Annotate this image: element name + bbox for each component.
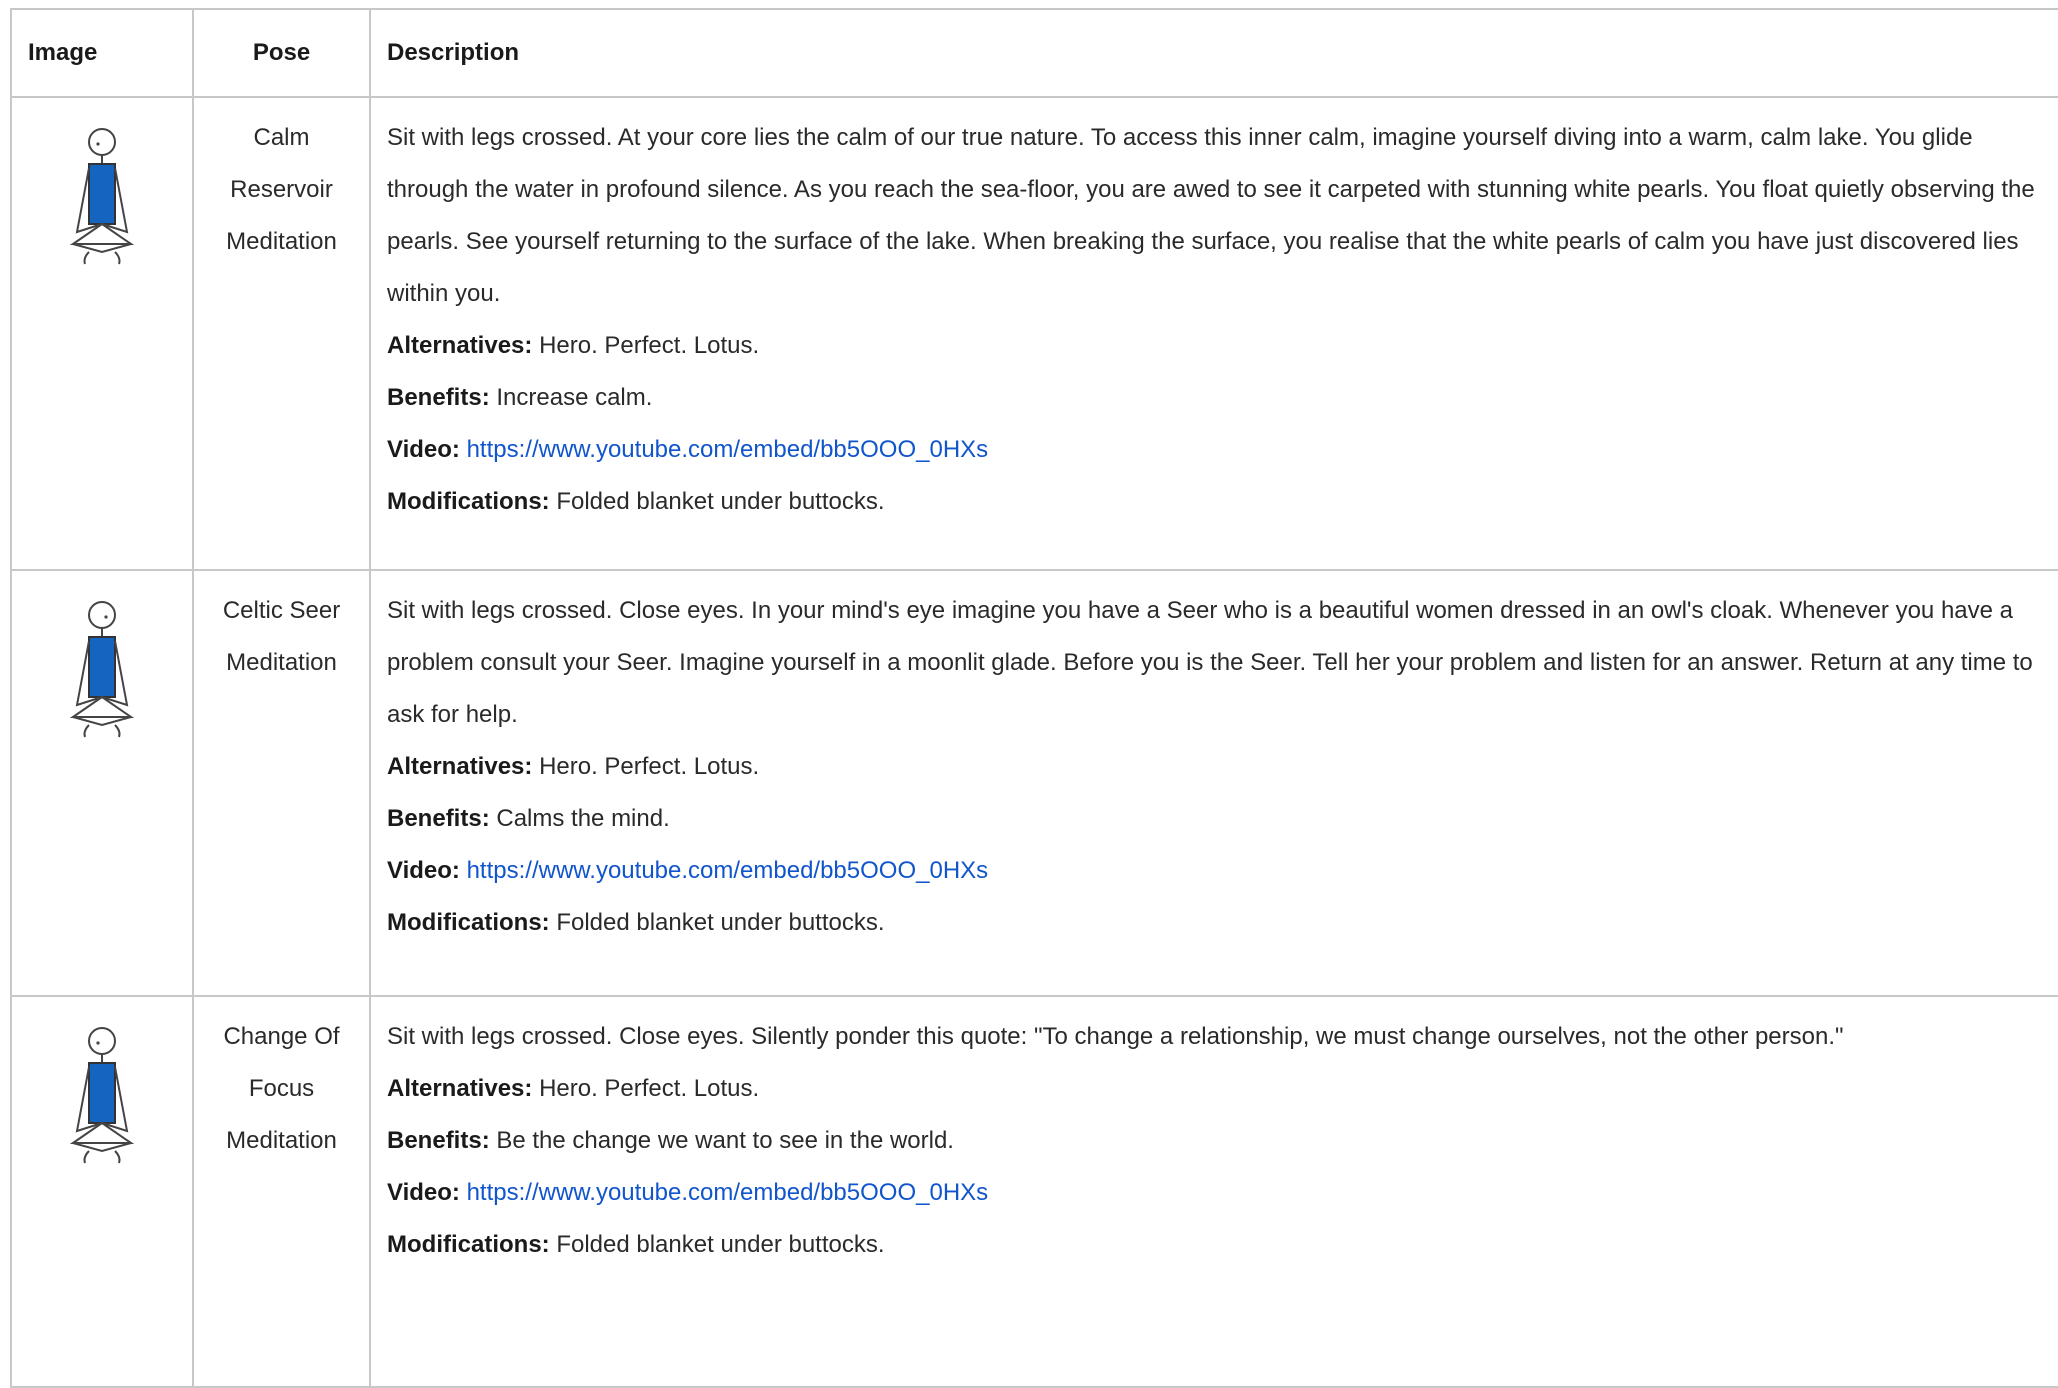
video-link[interactable]: https://www.youtube.com/embed/bb5OOO_0HX… [467, 857, 989, 884]
header-row: Image Pose Description [10, 8, 2058, 98]
modifications-value: Folded blanket under buttocks. [556, 909, 885, 936]
seated-meditation-figure-icon [69, 599, 135, 764]
alternatives-line: Alternatives: Hero. Perfect. Lotus. [387, 1063, 2052, 1115]
table-row: Calm Reservoir Meditation Sit with legs … [10, 96, 2058, 571]
modifications-label: Modifications: [387, 909, 550, 936]
pose-description: Sit with legs crossed. Close eyes. Silen… [387, 1023, 1844, 1050]
pose-name: Celtic Seer Meditation [192, 569, 371, 997]
pose-description: Sit with legs crossed. At your core lies… [387, 124, 2035, 307]
alternatives-label: Alternatives: [387, 332, 533, 359]
pose-image-cell [10, 995, 194, 1388]
pose-image-cell [10, 569, 194, 997]
modifications-line: Modifications: Folded blanket under butt… [387, 476, 2052, 528]
pose-image-cell [10, 96, 194, 571]
pose-description-cell: Sit with legs crossed. At your core lies… [369, 96, 2058, 571]
modifications-label: Modifications: [387, 1231, 550, 1258]
pose-description-cell: Sit with legs crossed. Close eyes. Silen… [369, 995, 2058, 1388]
modifications-value: Folded blanket under buttocks. [556, 488, 885, 515]
header-description: Description [369, 8, 2058, 98]
table-header: Image Pose Description [10, 8, 2058, 98]
video-label: Video: [387, 1179, 460, 1206]
seated-meditation-figure-icon [69, 1025, 135, 1190]
benefits-label: Benefits: [387, 384, 490, 411]
modifications-label: Modifications: [387, 488, 550, 515]
benefits-value: Be the change we want to see in the worl… [496, 1127, 954, 1154]
video-label: Video: [387, 436, 460, 463]
pose-name: Change Of Focus Meditation [192, 995, 371, 1388]
benefits-line: Benefits: Be the change we want to see i… [387, 1115, 2052, 1167]
video-line: Video: https://www.youtube.com/embed/bb5… [387, 424, 2052, 476]
video-line: Video: https://www.youtube.com/embed/bb5… [387, 845, 2052, 897]
video-link[interactable]: https://www.youtube.com/embed/bb5OOO_0HX… [467, 1179, 989, 1206]
alternatives-value: Hero. Perfect. Lotus. [539, 753, 760, 780]
seated-meditation-figure-icon [69, 126, 135, 291]
modifications-value: Folded blanket under buttocks. [556, 1231, 885, 1258]
table-row: Celtic Seer Meditation Sit with legs cro… [10, 569, 2058, 997]
poses-table: Image Pose Description Calm Reservoir Me… [10, 8, 2058, 1388]
header-image: Image [10, 8, 194, 98]
alternatives-value: Hero. Perfect. Lotus. [539, 1075, 760, 1102]
alternatives-value: Hero. Perfect. Lotus. [539, 332, 760, 359]
benefits-line: Benefits: Increase calm. [387, 372, 2052, 424]
pose-description: Sit with legs crossed. Close eyes. In yo… [387, 597, 2033, 728]
alternatives-label: Alternatives: [387, 1075, 533, 1102]
benefits-value: Increase calm. [496, 384, 653, 411]
pose-description-cell: Sit with legs crossed. Close eyes. In yo… [369, 569, 2058, 997]
header-pose: Pose [192, 8, 371, 98]
alternatives-line: Alternatives: Hero. Perfect. Lotus. [387, 320, 2052, 372]
video-link[interactable]: https://www.youtube.com/embed/bb5OOO_0HX… [467, 436, 989, 463]
video-label: Video: [387, 857, 460, 884]
benefits-label: Benefits: [387, 805, 490, 832]
modifications-line: Modifications: Folded blanket under butt… [387, 897, 2052, 949]
benefits-value: Calms the mind. [496, 805, 670, 832]
pose-name: Calm Reservoir Meditation [192, 96, 371, 571]
benefits-line: Benefits: Calms the mind. [387, 793, 2052, 845]
alternatives-line: Alternatives: Hero. Perfect. Lotus. [387, 741, 2052, 793]
modifications-line: Modifications: Folded blanket under butt… [387, 1219, 2052, 1271]
benefits-label: Benefits: [387, 1127, 490, 1154]
video-line: Video: https://www.youtube.com/embed/bb5… [387, 1167, 2052, 1219]
alternatives-label: Alternatives: [387, 753, 533, 780]
table-body: Calm Reservoir Meditation Sit with legs … [10, 96, 2058, 1388]
poses-table-container: Image Pose Description Calm Reservoir Me… [10, 8, 2058, 1388]
table-row: Change Of Focus Meditation Sit with legs… [10, 995, 2058, 1388]
